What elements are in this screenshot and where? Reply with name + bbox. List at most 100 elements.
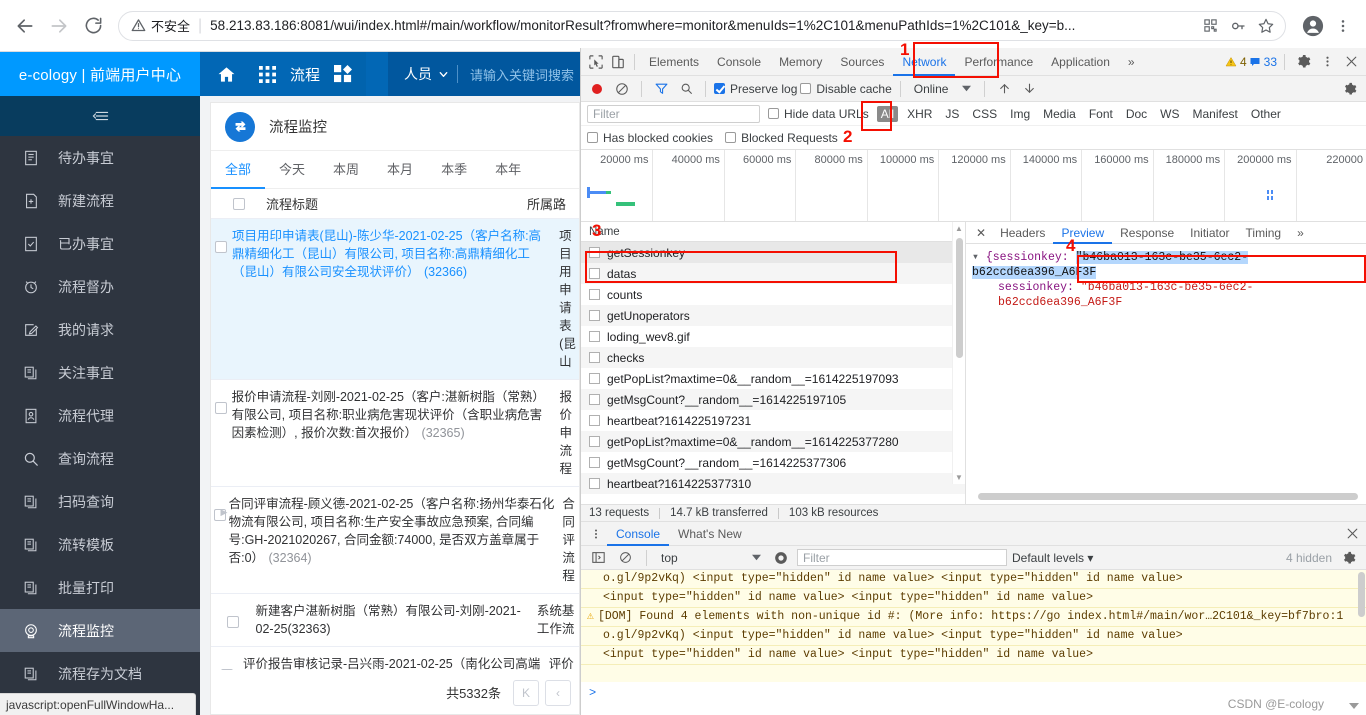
row-title-cell[interactable]: 新建客户湛新树脂（常熟）有限公司-刘刚-2021-02-25(32363) (256, 602, 537, 638)
password-key-icon[interactable] (1225, 13, 1251, 39)
drawer-tab-0[interactable]: Console (607, 522, 669, 546)
sidebar-item-10[interactable]: 批量打印 (0, 566, 200, 609)
search-input[interactable]: 请输入关键词搜索 (458, 65, 574, 84)
reload-button[interactable] (76, 9, 110, 43)
has-blocked-cookies-toggle[interactable]: Has blocked cookies (587, 131, 713, 145)
resource-type-chip-ws[interactable]: WS (1156, 106, 1183, 122)
close-detail-icon[interactable]: ✕ (970, 222, 992, 244)
scroll-down-arrow[interactable]: ▼ (955, 473, 963, 482)
import-har-icon[interactable] (993, 78, 1015, 100)
time-tab-0[interactable]: 全部 (211, 151, 265, 189)
network-request-row[interactable]: getUnoperators (581, 305, 965, 326)
table-row[interactable]: ▶合同评审流程-顾义德-2021-02-25（客户名称:扬州华泰石化物流有限公司… (211, 487, 579, 594)
network-request-row[interactable]: getPopList?maxtime=0&__random__=16142253… (581, 431, 965, 452)
sidebar-item-0[interactable]: 待办事宜 (0, 136, 200, 179)
console-messages[interactable]: o.gl/9p2vKq) <input type="hidden" id nam… (581, 570, 1366, 682)
console-filter-input[interactable]: Filter (797, 549, 1007, 566)
devtools-tab-2[interactable]: Memory (770, 48, 831, 76)
detail-tab-0[interactable]: Headers (992, 222, 1053, 244)
detail-tab-2[interactable]: Response (1112, 222, 1182, 244)
resource-type-chip-media[interactable]: Media (1039, 106, 1080, 122)
sidebar-item-1[interactable]: 新建流程 (0, 179, 200, 222)
profile-avatar-icon[interactable] (1298, 11, 1328, 41)
detail-tab-3[interactable]: Initiator (1182, 222, 1237, 244)
network-request-row[interactable]: getMsgCount?__random__=1614225377306 (581, 452, 965, 473)
bookmark-star-icon[interactable] (1253, 13, 1279, 39)
warning-badge[interactable]: 4 (1225, 55, 1247, 69)
network-request-row[interactable]: heartbeat?1614225377310 (581, 473, 965, 494)
row-checkbox[interactable] (211, 602, 256, 628)
console-settings-icon[interactable] (1338, 547, 1360, 569)
resource-type-chip-xhr[interactable]: XHR (903, 106, 936, 122)
devtools-tab-0[interactable]: Elements (640, 48, 708, 76)
detail-tab-4[interactable]: Timing (1238, 222, 1290, 244)
home-icon[interactable] (200, 65, 252, 84)
search-network-icon[interactable] (675, 78, 697, 100)
network-overview-timeline[interactable]: 20000 ms40000 ms60000 ms80000 ms100000 m… (581, 150, 1366, 222)
row-checkbox[interactable] (211, 388, 232, 414)
network-request-row[interactable]: datas (581, 263, 965, 284)
network-request-row[interactable]: counts (581, 284, 965, 305)
close-devtools-icon[interactable] (1340, 51, 1362, 73)
apps-switch-icon[interactable] (320, 52, 366, 96)
resource-type-chip-font[interactable]: Font (1085, 106, 1117, 122)
row-title-cell[interactable]: 报价申请流程-刘刚-2021-02-25（客户:湛新树脂（常熟）有限公司, 项目… (232, 388, 560, 442)
table-row[interactable]: 报价申请流程-刘刚-2021-02-25（客户:湛新树脂（常熟）有限公司, 项目… (211, 380, 579, 487)
app-grid-icon[interactable] (252, 66, 282, 83)
network-request-row[interactable]: loding_wev8.gif (581, 326, 965, 347)
clear-console-icon[interactable] (614, 547, 636, 569)
device-toolbar-icon[interactable] (607, 51, 629, 73)
resource-type-chip-doc[interactable]: Doc (1122, 106, 1151, 122)
preserve-log-checkbox[interactable] (714, 83, 725, 94)
resource-type-chip-css[interactable]: CSS (968, 106, 1001, 122)
console-scrollbar-thumb[interactable] (1358, 572, 1365, 617)
console-levels-dropdown[interactable]: Default levels ▾ (1012, 551, 1093, 565)
disable-cache-checkbox[interactable] (800, 83, 811, 94)
sidebar-item-7[interactable]: 查询流程 (0, 437, 200, 480)
address-bar[interactable]: 不安全 | 58.213.83.186:8081/wui/index.html#… (118, 11, 1286, 41)
clear-network-icon[interactable] (611, 78, 633, 100)
row-title[interactable]: 报价申请流程-刘刚-2021-02-25（客户:湛新树脂（常熟）有限公司, 项目… (232, 390, 545, 440)
settings-gear-icon[interactable] (1292, 51, 1314, 73)
time-tab-4[interactable]: 本季 (427, 151, 481, 189)
console-live-expression-icon[interactable] (770, 547, 792, 569)
row-checkbox[interactable] (211, 227, 232, 253)
network-settings-icon[interactable] (1339, 78, 1361, 100)
console-context-dropdown[interactable]: top (657, 549, 765, 566)
record-button[interactable] (586, 78, 608, 100)
sidebar-collapse-button[interactable] (0, 96, 200, 136)
sidebar-item-3[interactable]: 流程督办 (0, 265, 200, 308)
row-expander-icon[interactable]: ▶ (217, 505, 231, 519)
inspect-element-icon[interactable] (585, 51, 607, 73)
hide-data-urls-checkbox[interactable] (768, 108, 779, 119)
detail-tab-5[interactable]: » (1289, 222, 1312, 244)
network-filter-input[interactable]: Filter (587, 105, 760, 123)
devtools-tab-7[interactable]: » (1119, 48, 1144, 76)
chrome-menu-icon[interactable] (1328, 11, 1358, 41)
export-har-icon[interactable] (1018, 78, 1040, 100)
network-request-row[interactable]: getSessionkey (581, 242, 965, 263)
sidebar-item-8[interactable]: 扫码查询 (0, 480, 200, 523)
scrollbar-thumb[interactable] (956, 238, 963, 358)
network-request-row[interactable]: heartbeat?1614225197231 (581, 410, 965, 431)
preserve-log-toggle[interactable]: Preserve log (714, 82, 797, 96)
row-title-cell[interactable]: 合同评审流程-顾义德-2021-02-25（客户名称:扬州华泰石化物流有限公司,… (229, 495, 563, 567)
sidebar-item-2[interactable]: 已办事宜 (0, 222, 200, 265)
prev-page-button[interactable]: ‹ (545, 680, 571, 706)
disable-cache-toggle[interactable]: Disable cache (800, 82, 891, 96)
back-button[interactable] (8, 9, 42, 43)
devtools-tab-6[interactable]: Application (1042, 48, 1119, 76)
throttling-dropdown[interactable]: Online (909, 81, 977, 97)
resize-grip-icon[interactable] (1348, 699, 1362, 713)
resource-type-chip-manifest[interactable]: Manifest (1189, 106, 1242, 122)
preview-horizontal-scrollbar[interactable] (970, 493, 1366, 504)
resource-type-chip-img[interactable]: Img (1006, 106, 1034, 122)
sidebar-item-11[interactable]: 流程监控 (0, 609, 200, 652)
drawer-tab-1[interactable]: What's New (669, 522, 751, 546)
sidebar-item-4[interactable]: 我的请求 (0, 308, 200, 351)
drawer-more-icon[interactable] (585, 523, 607, 545)
resource-type-chip-js[interactable]: JS (941, 106, 963, 122)
sidebar-item-12[interactable]: 流程存为文档 (0, 652, 200, 695)
time-tab-1[interactable]: 今天 (265, 151, 319, 189)
time-tab-2[interactable]: 本周 (319, 151, 373, 189)
